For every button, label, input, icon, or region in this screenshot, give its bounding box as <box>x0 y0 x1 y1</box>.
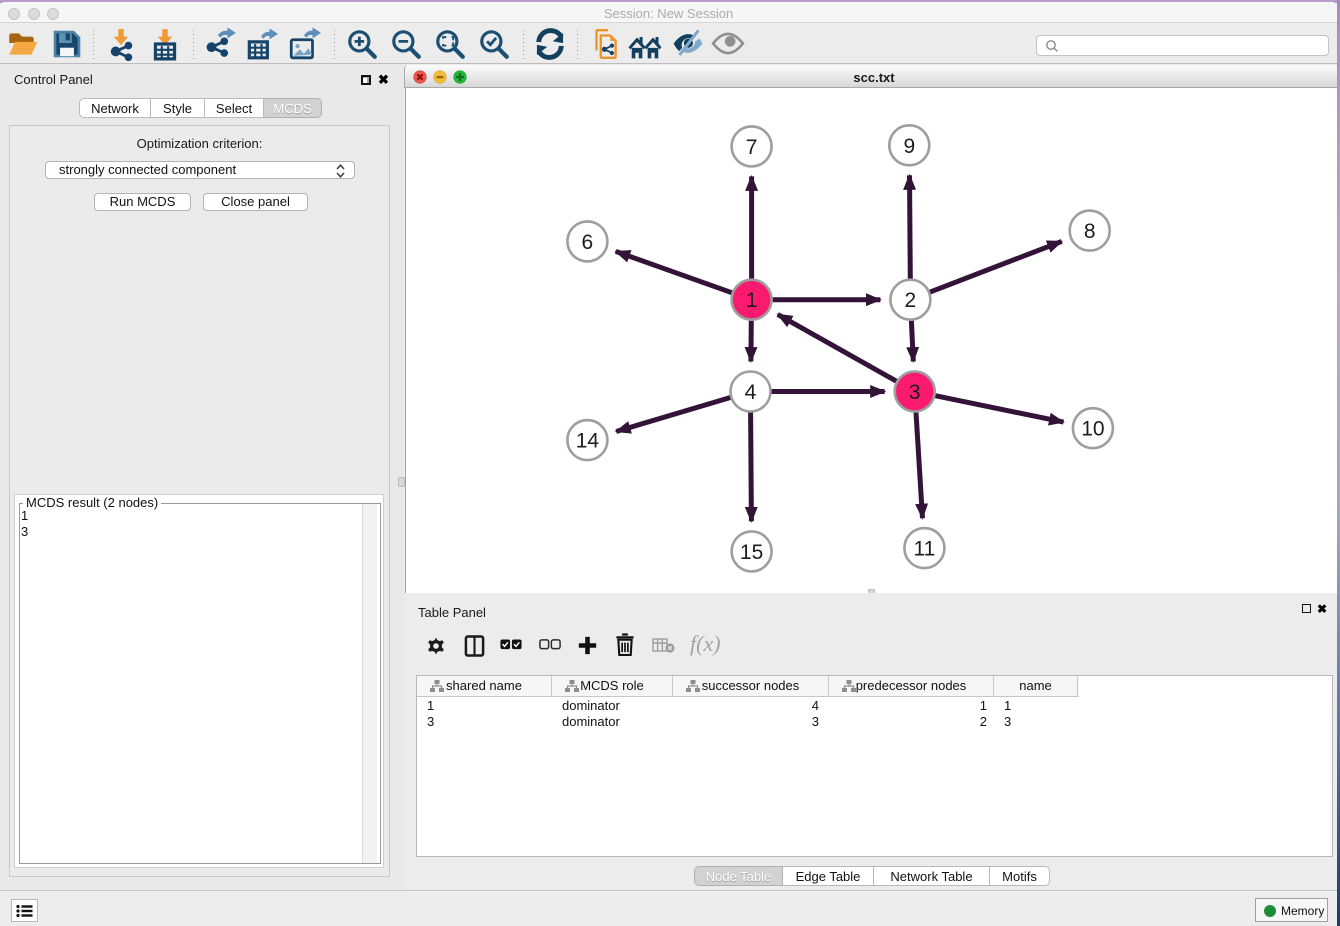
svg-text:10: 10 <box>1081 418 1104 441</box>
svg-text:15: 15 <box>740 541 763 564</box>
svg-text:7: 7 <box>746 136 758 159</box>
svg-text:11: 11 <box>913 538 935 561</box>
svg-text:2: 2 <box>905 289 917 312</box>
svg-text:9: 9 <box>903 135 915 158</box>
svg-text:1: 1 <box>746 289 758 312</box>
svg-text:6: 6 <box>582 231 594 254</box>
svg-text:14: 14 <box>576 430 600 453</box>
svg-text:8: 8 <box>1084 220 1096 243</box>
svg-text:3: 3 <box>909 381 921 404</box>
svg-text:4: 4 <box>745 381 757 404</box>
